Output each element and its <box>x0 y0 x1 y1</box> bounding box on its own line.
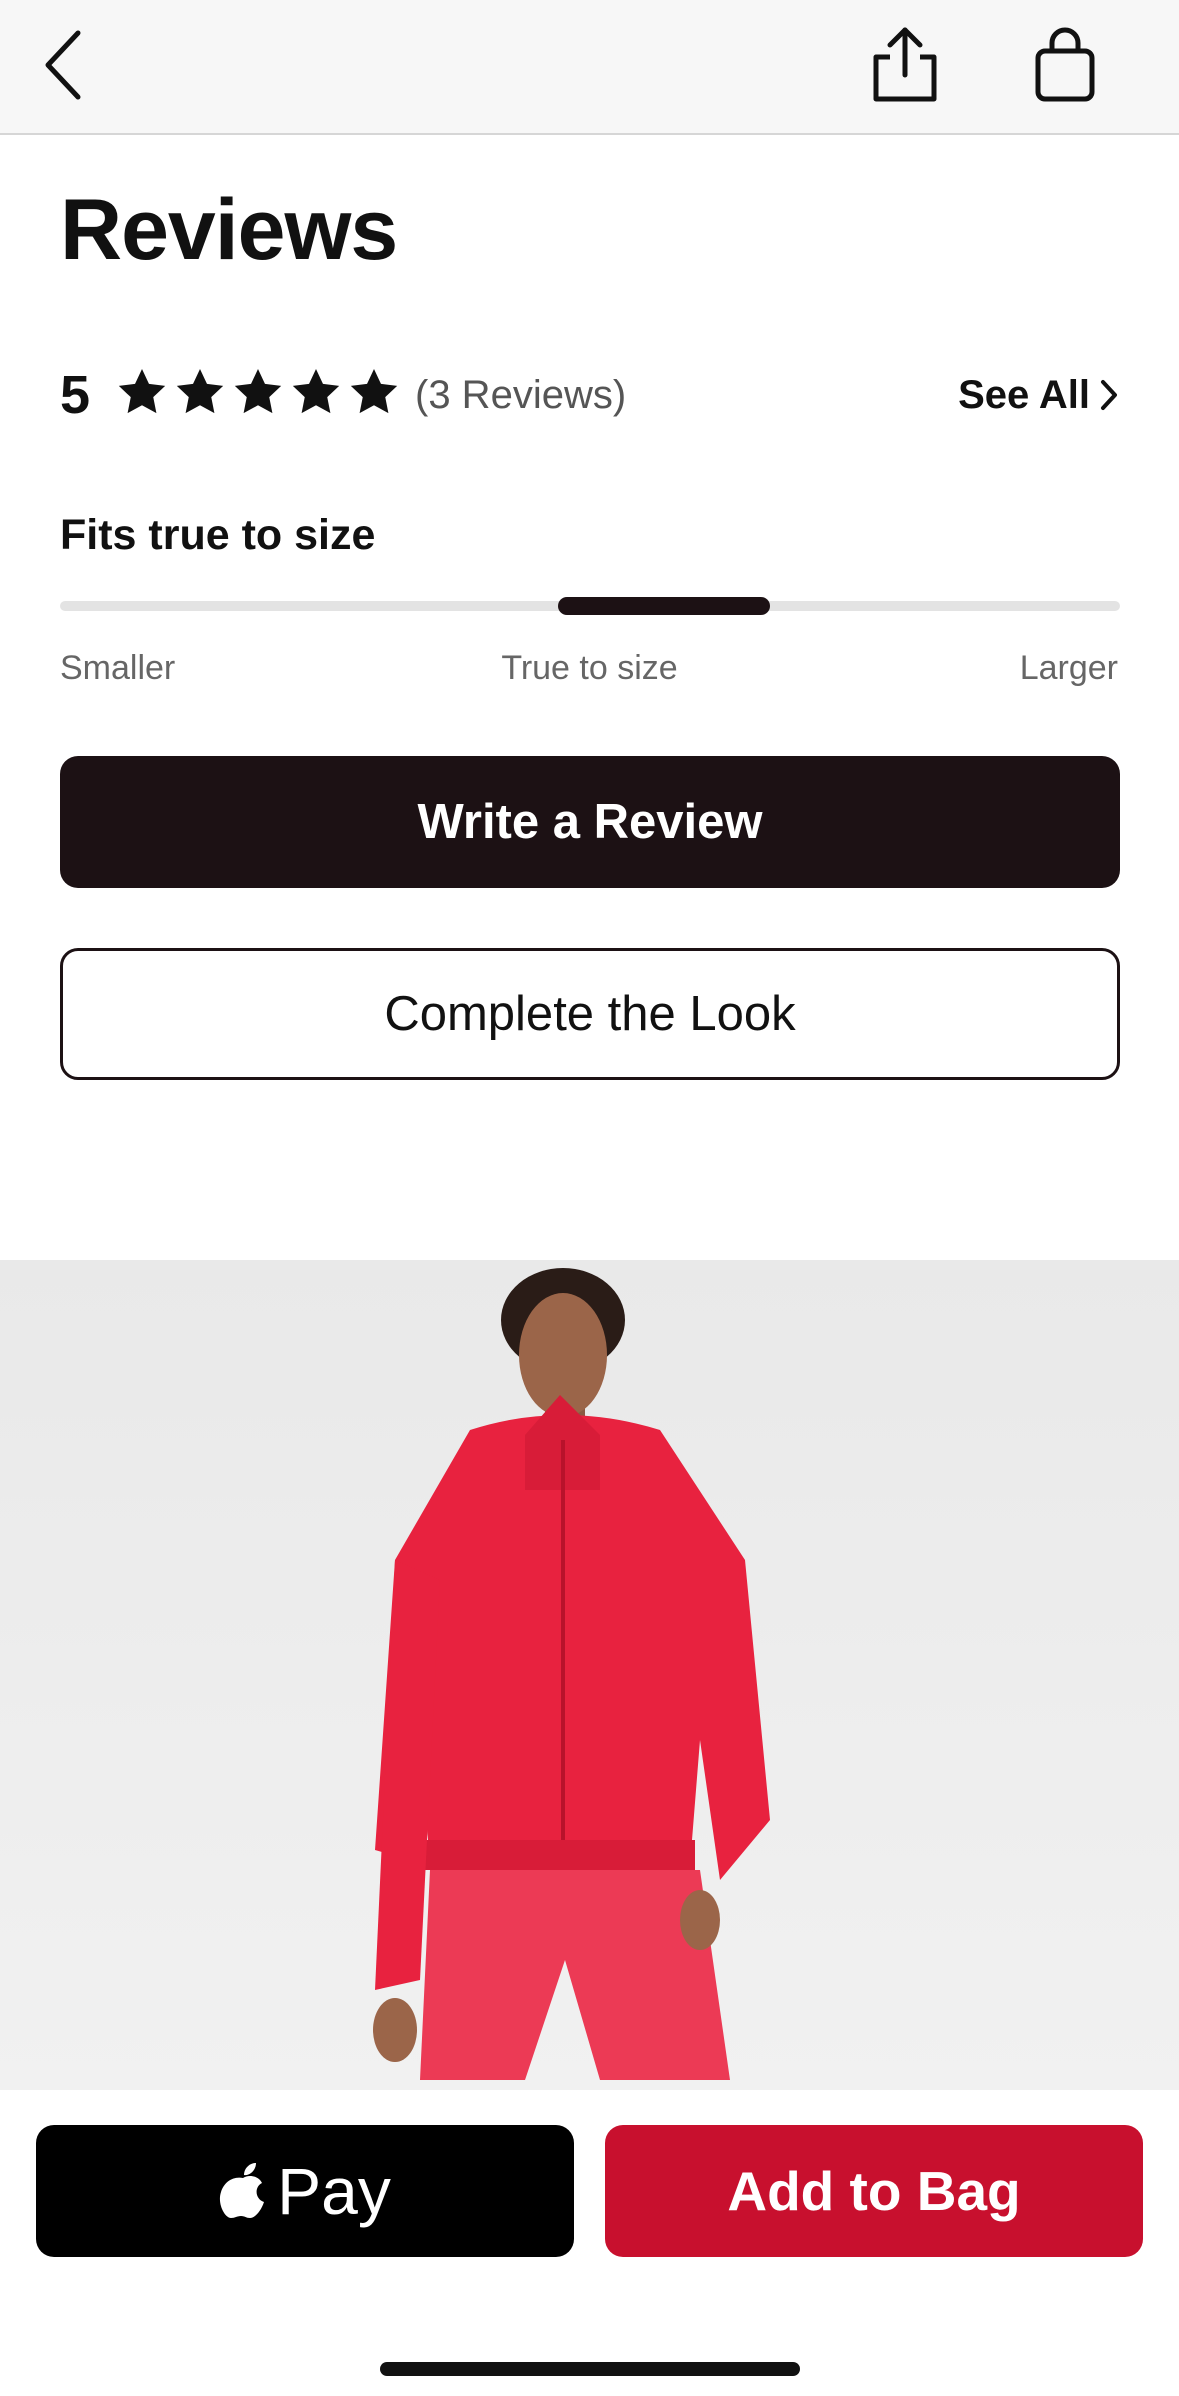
fit-scale-track <box>60 597 1120 615</box>
star-icon <box>118 369 166 414</box>
checkout-bar: Pay Add to Bag <box>0 2090 1179 2396</box>
model-in-red-jacket-illustration <box>373 1268 770 2080</box>
star-icon <box>292 369 340 414</box>
fit-scale-max-label: Larger <box>1019 649 1118 687</box>
apple-pay-label: Pay <box>277 2154 391 2228</box>
star-icon <box>234 369 282 414</box>
star-icon <box>350 369 398 414</box>
star-icon <box>176 369 224 414</box>
add-to-bag-button[interactable]: Add to Bag <box>605 2125 1143 2257</box>
shopping-bag-icon <box>1035 27 1095 102</box>
fit-scale-indicator <box>558 597 770 615</box>
share-button[interactable] <box>860 20 950 110</box>
see-all-label: See All <box>958 373 1090 417</box>
fit-label: Fits true to size <box>60 511 376 559</box>
chevron-right-icon <box>1101 380 1117 410</box>
share-icon <box>873 27 937 102</box>
chevron-left-icon <box>45 30 81 100</box>
write-review-button[interactable]: Write a Review <box>60 756 1120 888</box>
back-button[interactable] <box>30 20 100 110</box>
rating-value: 5 <box>60 365 91 425</box>
see-all-link[interactable]: See All <box>958 355 1120 435</box>
rating-summary: 5 (3 Reviews) See All <box>60 355 1120 435</box>
apple-pay-button[interactable]: Pay <box>36 2125 574 2257</box>
complete-the-look-button[interactable]: Complete the Look <box>60 948 1120 1080</box>
apple-logo-icon <box>220 2163 265 2218</box>
page-title: Reviews <box>60 182 398 278</box>
star-rating <box>115 365 401 419</box>
top-nav-bar <box>0 0 1179 135</box>
home-indicator <box>380 2362 800 2376</box>
shopping-bag-button[interactable] <box>1020 20 1110 110</box>
fit-scale-mid-label: True to size <box>501 649 678 687</box>
review-count: (3 Reviews) <box>415 373 627 417</box>
product-image[interactable] <box>0 1260 1179 2090</box>
